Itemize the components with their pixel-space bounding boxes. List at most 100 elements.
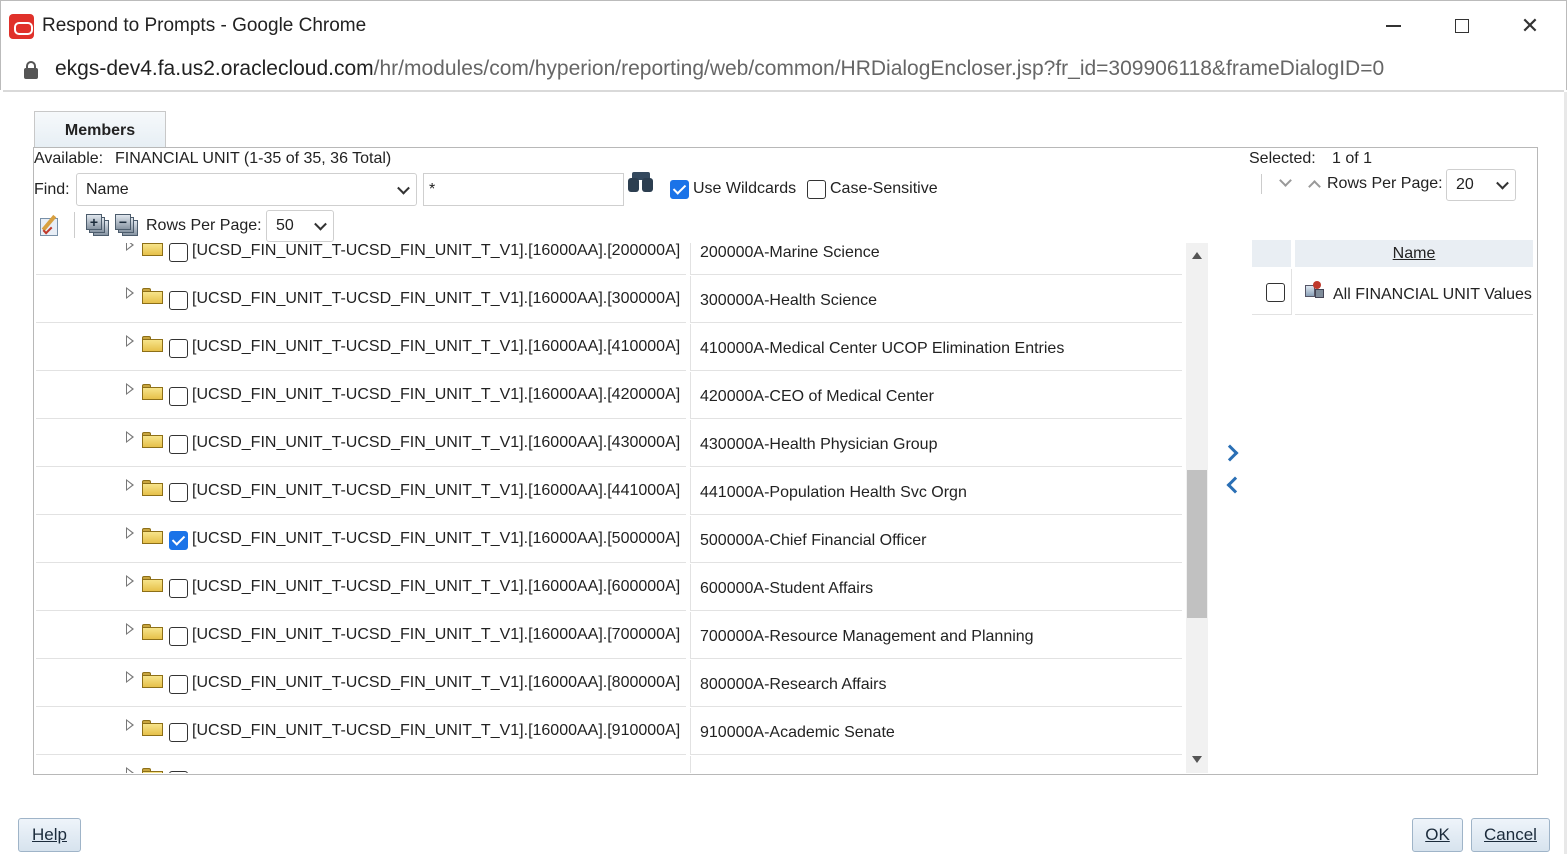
selected-row-checkbox[interactable] [1266,283,1285,302]
member-key: [UCSD_FIN_UNIT_T-UCSD_FIN_UNIT_T_V1].[16… [192,338,681,355]
folder-icon [142,624,163,640]
close-icon: ✕ [1520,13,1540,38]
member-description: 430000A-Health Physician Group [700,436,938,453]
member-description: 700000A-Resource Management and Planning [700,628,1034,645]
table-row[interactable]: [UCSD_FIN_UNIT_T-UCSD_FIN_UNIT_T_V1].[16… [36,612,1182,660]
scroll-up-icon[interactable] [1192,252,1202,259]
move-right-icon[interactable] [1222,442,1240,464]
expand-row-icon[interactable] [126,767,134,773]
properties-icon[interactable] [38,214,62,236]
search-input[interactable]: * [423,173,624,206]
table-row[interactable]: [UCSD_FIN_UNIT_T-UCSD_FIN_UNIT_T_V1].[16… [36,468,1182,516]
expand-row-icon[interactable] [126,287,134,299]
expand-row-icon[interactable] [126,527,134,539]
member-key: [UCSD_FIN_UNIT_T-UCSD_FIN_UNIT_T_V1].[16… [192,482,681,499]
window-title-bar: Respond to Prompts - Google Chrome ✕ [0,0,1567,50]
member-description: 800000A-Research Affairs [700,676,887,693]
move-left-icon[interactable] [1222,474,1240,496]
window-title: Respond to Prompts - Google Chrome [42,15,367,36]
list-item[interactable]: All FINANCIAL UNIT Values [1295,269,1533,315]
expand-row-icon[interactable] [126,383,134,395]
cancel-button[interactable]: Cancel [1471,818,1550,852]
use-wildcards-checkbox[interactable] [670,180,689,199]
member-key: [UCSD_FIN_UNIT_T-UCSD_FIN_UNIT_T_V1].[16… [192,243,681,259]
folder-icon [142,288,163,304]
find-field-select[interactable]: Name [76,173,417,206]
expand-row-icon[interactable] [126,431,134,443]
collapse-all-icon[interactable]: − [115,214,139,236]
member-description: 441000A-Population Health Svc Orgn [700,484,967,501]
selected-name-column-header[interactable]: Name [1295,240,1533,267]
member-key: [UCSD_FIN_UNIT_T-UCSD_FIN_UNIT_T_V1].[16… [192,530,681,547]
expand-row-icon[interactable] [126,719,134,731]
row-checkbox[interactable] [169,243,188,262]
maximize-button[interactable] [1434,9,1490,43]
lock-icon[interactable] [24,61,38,79]
rows-per-page-select[interactable]: 50 [266,210,334,242]
expand-row-icon[interactable] [126,575,134,587]
search-value: * [429,180,436,198]
address-bar[interactable]: ekgs-dev4.fa.us2.oraclecloud.com/hr/modu… [0,50,1567,90]
row-checkbox[interactable] [169,387,188,406]
row-checkbox[interactable] [169,291,188,310]
table-row[interactable] [36,756,1182,773]
folder-icon [142,720,163,736]
selected-count: 1 of 1 [1332,150,1373,167]
member-description: 600000A-Student Affairs [700,580,874,597]
rows-per-page-label: Rows Per Page: [146,217,262,234]
expand-row-icon[interactable] [126,671,134,683]
table-row[interactable]: [UCSD_FIN_UNIT_T-UCSD_FIN_UNIT_T_V1].[16… [36,564,1182,612]
table-row[interactable]: [UCSD_FIN_UNIT_T-UCSD_FIN_UNIT_T_V1].[16… [36,372,1182,420]
folder-icon [142,768,163,773]
member-key: [UCSD_FIN_UNIT_T-UCSD_FIN_UNIT_T_V1].[16… [192,578,681,595]
grid-scrollbar[interactable] [1186,243,1208,773]
url-path: /hr/modules/com/hyperion/reporting/web/c… [373,57,1385,80]
folder-icon [142,480,163,496]
case-sensitive-checkbox[interactable] [807,180,826,199]
folder-icon [142,336,163,352]
row-checkbox[interactable] [169,579,188,598]
row-checkbox[interactable] [169,531,188,550]
row-checkbox[interactable] [169,483,188,502]
row-checkbox[interactable] [169,771,188,773]
selected-rows-per-page-select[interactable]: 20 [1446,169,1516,201]
close-button[interactable]: ✕ [1502,9,1558,43]
table-row[interactable]: [UCSD_FIN_UNIT_T-UCSD_FIN_UNIT_T_V1].[16… [36,660,1182,708]
row-checkbox[interactable] [169,339,188,358]
table-row[interactable]: [UCSD_FIN_UNIT_T-UCSD_FIN_UNIT_T_V1].[16… [36,516,1182,564]
table-row[interactable]: [UCSD_FIN_UNIT_T-UCSD_FIN_UNIT_T_V1].[16… [36,420,1182,468]
tab-members[interactable]: Members [34,111,166,149]
table-row[interactable]: [UCSD_FIN_UNIT_T-UCSD_FIN_UNIT_T_V1].[16… [36,324,1182,372]
scrollbar-thumb[interactable] [1187,470,1207,618]
divider [3,90,1564,92]
folder-icon [142,243,163,256]
expand-row-icon[interactable] [126,335,134,347]
expand-row-icon[interactable] [126,243,134,251]
minimize-button[interactable] [1365,9,1421,43]
selected-rows-per-page-label: Rows Per Page: [1327,175,1443,192]
table-row[interactable]: [UCSD_FIN_UNIT_T-UCSD_FIN_UNIT_T_V1].[16… [36,276,1182,324]
member-key: [UCSD_FIN_UNIT_T-UCSD_FIN_UNIT_T_V1].[16… [192,674,681,691]
expand-row-icon[interactable] [126,623,134,635]
table-row[interactable]: [UCSD_FIN_UNIT_T-UCSD_FIN_UNIT_T_V1].[16… [36,243,1182,276]
available-label: Available: [34,150,104,167]
expand-row-icon[interactable] [126,479,134,491]
case-sensitive-label[interactable]: Case-Sensitive [830,180,938,198]
url-text[interactable]: ekgs-dev4.fa.us2.oraclecloud.com/hr/modu… [55,57,1384,81]
binoculars-search-icon[interactable] [628,172,654,194]
folder-icon [142,432,163,448]
row-checkbox[interactable] [169,723,188,742]
find-label: Find: [34,181,70,198]
table-row[interactable]: [UCSD_FIN_UNIT_T-UCSD_FIN_UNIT_T_V1].[16… [36,708,1182,756]
url-host: ekgs-dev4.fa.us2.oraclecloud.com [55,57,374,80]
row-checkbox[interactable] [169,435,188,454]
row-checkbox[interactable] [169,675,188,694]
row-checkbox[interactable] [169,627,188,646]
help-button[interactable]: Help [18,818,81,852]
folder-icon [142,528,163,544]
scroll-down-icon[interactable] [1192,756,1202,763]
expand-all-icon[interactable]: + [86,214,110,236]
member-key: [UCSD_FIN_UNIT_T-UCSD_FIN_UNIT_T_V1].[16… [192,434,681,451]
ok-button[interactable]: OK [1412,818,1463,852]
use-wildcards-label[interactable]: Use Wildcards [693,180,796,198]
